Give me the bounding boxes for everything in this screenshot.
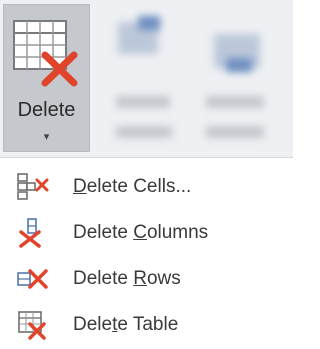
menu-item-label: Delete Cells... (73, 176, 192, 197)
blurred-ribbon-commands (94, 0, 293, 156)
menu-item-delete-cells[interactable]: Delete Cells... (0, 164, 293, 210)
delete-columns-icon (19, 218, 41, 248)
menu-item-delete-table[interactable]: Delete Table (0, 302, 293, 348)
ribbon: Delete ▾ (0, 0, 293, 158)
delete-table-icon (13, 20, 78, 87)
delete-rows-icon (17, 269, 48, 289)
delete-dropdown-button[interactable]: Delete ▾ (3, 4, 90, 152)
delete-table-icon (18, 311, 46, 340)
mnemonic: C (133, 222, 147, 243)
delete-cells-icon (17, 173, 49, 200)
mnemonic: R (133, 268, 147, 289)
menu-item-label: Delete Rows (73, 268, 181, 289)
menu-item-label: Delete Columns (73, 222, 209, 243)
menu-item-delete-columns[interactable]: Delete Columns (0, 210, 293, 256)
delete-menu: Delete Cells... Delete Columns Delete Ro… (0, 158, 293, 349)
mnemonic: D (73, 176, 87, 197)
menu-item-delete-rows[interactable]: Delete Rows (0, 256, 293, 302)
chevron-down-icon: ▾ (43, 131, 50, 143)
delete-button-label: Delete (17, 99, 76, 121)
menu-item-label: Delete Table (73, 314, 179, 335)
